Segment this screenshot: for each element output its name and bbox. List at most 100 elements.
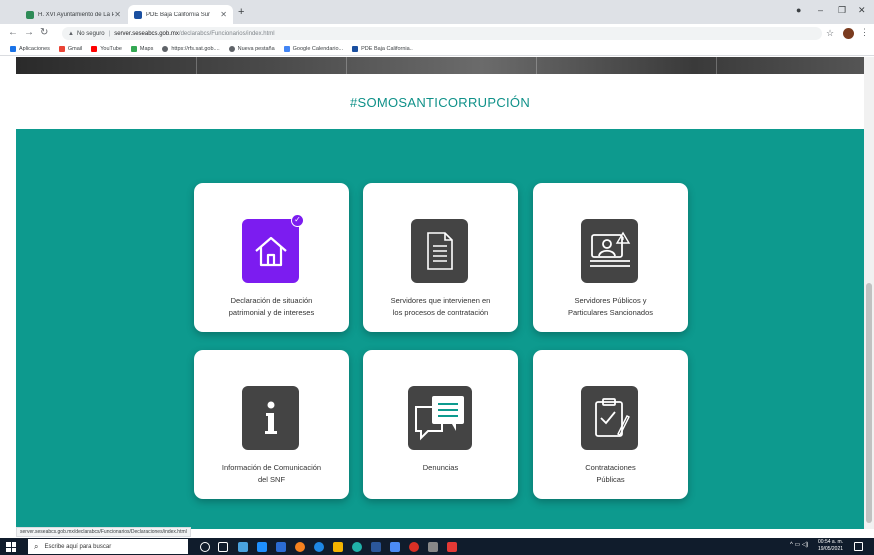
avatar[interactable] — [843, 28, 854, 39]
card-denuncias[interactable]: Denuncias — [363, 350, 518, 499]
chat-bubbles-icon — [408, 386, 472, 450]
acrobat-icon[interactable] — [447, 542, 457, 552]
tab-title: H. XVI Ayuntamiento de La Paz — [38, 11, 115, 18]
system-tray-icons[interactable]: ^ ▭ ◁) — [790, 541, 808, 548]
pde-logo-icon — [352, 46, 359, 52]
bookmark-label: Nueva pestaña — [237, 46, 275, 52]
firefox-icon[interactable] — [295, 542, 305, 552]
search-icon: ⌕ — [34, 541, 39, 551]
edge-icon[interactable] — [314, 542, 324, 552]
chrome-icon[interactable] — [333, 542, 343, 552]
card-label: Servidores Públicos y Particulares Sanci… — [567, 296, 654, 317]
url-separator: | — [108, 30, 111, 37]
status-url: server.seseabcs.gob.mx/declarabcs/Funcio… — [16, 527, 191, 537]
bookmark-label: Gmail — [67, 46, 83, 52]
address-bar: ← → ↻ ▲ No seguro | server.seseabcs.gob.… — [0, 24, 874, 43]
card-label: Denuncias — [422, 463, 459, 472]
bookmark-youtube[interactable]: YouTube — [91, 46, 122, 52]
menu-kebab-icon[interactable]: ⋮ — [860, 27, 869, 38]
site-favicon-icon — [26, 10, 34, 19]
bookmark-label: Aplicaciones — [19, 46, 50, 52]
mail-icon[interactable] — [276, 542, 286, 552]
clock-date: 19/05/2021 — [818, 546, 844, 552]
slogan-heading: #SOMOSANTICORRUPCIÓN — [349, 95, 531, 110]
info-icon — [242, 386, 299, 450]
tab-pde-bcs[interactable]: PDE Baja California Sur ✕ — [128, 5, 233, 24]
news-icon[interactable] — [238, 542, 248, 552]
bookmark-label: YouTube — [100, 46, 122, 52]
bookmark-gmail[interactable]: Gmail — [58, 46, 83, 52]
youtube-icon — [91, 46, 98, 52]
forward-arrow-icon[interactable]: → — [24, 27, 34, 38]
bookmark-sat[interactable]: https://rfs.sat.gob.... — [162, 46, 220, 52]
page-content: #SOMOSANTICORRUPCIÓN ✓ Declaración de si… — [16, 57, 864, 529]
store-icon[interactable] — [257, 542, 267, 552]
scrollbar-thumb[interactable] — [866, 283, 872, 523]
check-badge-icon: ✓ — [291, 214, 304, 227]
tab-title: PDE Baja California Sur — [146, 11, 211, 18]
globe-icon — [162, 46, 169, 52]
card-servidores-contratacion[interactable]: Servidores que intervienen en los proces… — [363, 183, 518, 332]
taskbar-clock[interactable]: 00:54 a. m. 19/05/2021 — [818, 539, 843, 553]
bookmark-new-tab[interactable]: Nueva pestaña — [228, 46, 275, 52]
bookmark-pde[interactable]: PDE Baja California.. — [352, 46, 413, 52]
tab-close-icon[interactable]: ✕ — [114, 10, 121, 19]
warning-triangle-icon[interactable]: ▲ — [68, 31, 74, 37]
close-window-icon[interactable]: ✕ — [858, 5, 866, 16]
minimize-icon[interactable]: – — [818, 5, 823, 15]
windows-start-icon[interactable] — [6, 542, 16, 552]
search-placeholder: Escribe aquí para buscar — [44, 543, 112, 550]
gmail-icon — [58, 46, 65, 52]
security-label[interactable]: No seguro — [77, 31, 105, 37]
services-section: ✓ Declaración de situación patrimonial y… — [16, 129, 864, 529]
tab-close-icon[interactable]: ✕ — [220, 10, 227, 19]
bookmark-label: Google Calendario... — [292, 46, 344, 52]
task-view-icon[interactable] — [218, 542, 228, 552]
maps-icon — [130, 46, 137, 52]
bookmarks-bar: Aplicaciones Gmail YouTube Maps https://… — [0, 43, 874, 56]
apps-grid-icon — [10, 46, 16, 52]
bookmark-apps[interactable]: Aplicaciones — [10, 46, 50, 52]
app-icon[interactable] — [352, 542, 362, 552]
globe-icon — [228, 46, 235, 52]
app-icon[interactable] — [409, 542, 419, 552]
reload-icon[interactable]: ↻ — [40, 27, 48, 38]
clock-time: 00:54 a. m. — [818, 539, 844, 545]
new-tab-button[interactable]: + — [238, 6, 244, 18]
bookmark-maps[interactable]: Maps — [130, 46, 154, 52]
windows-taskbar: ⌕ Escribe aquí para buscar ^ ▭ ◁) 00:54 … — [0, 538, 874, 555]
card-label: Contrataciones Públicas — [585, 463, 636, 484]
url-input[interactable]: ▲ No seguro | server.seseabcs.gob.mx/dec… — [62, 27, 822, 40]
notifications-icon[interactable] — [854, 542, 863, 551]
document-icon — [411, 219, 468, 283]
taskbar-search-input[interactable]: ⌕ Escribe aquí para buscar — [28, 539, 188, 554]
bookmark-calendar[interactable]: Google Calendario... — [283, 46, 344, 52]
scrollbar[interactable] — [864, 57, 874, 529]
app-icon[interactable] — [428, 542, 438, 552]
card-label: Servidores que intervienen en los proces… — [390, 296, 491, 317]
card-label: Declaración de situación patrimonial y d… — [228, 296, 315, 317]
calendar-icon — [283, 46, 290, 52]
site-favicon-icon — [134, 10, 142, 19]
card-declaracion[interactable]: ✓ Declaración de situación patrimonial y… — [194, 183, 349, 332]
card-label: Información de Comunicación del SNF — [221, 463, 322, 484]
sanctioned-person-icon — [581, 219, 638, 283]
bookmark-star-icon[interactable]: ☆ — [826, 28, 834, 39]
card-informacion-snf[interactable]: Información de Comunicación del SNF — [194, 350, 349, 499]
bookmark-label: PDE Baja California.. — [361, 46, 413, 52]
word-icon[interactable] — [371, 542, 381, 552]
url-host: server.seseabcs.gob.mx — [114, 30, 179, 37]
card-contrataciones[interactable]: Contrataciones Públicas — [533, 350, 688, 499]
photos-icon[interactable] — [390, 542, 400, 552]
hero-image — [16, 57, 864, 74]
url-path: /declarabcs/Funcionarios/index.html — [178, 30, 275, 37]
account-circle-icon[interactable]: ● — [796, 5, 801, 15]
tab-ayuntamiento[interactable]: H. XVI Ayuntamiento de La Paz ✕ — [20, 5, 127, 24]
card-sancionados[interactable]: Servidores Públicos y Particulares Sanci… — [533, 183, 688, 332]
restore-icon[interactable]: ❐ — [838, 5, 846, 16]
clipboard-check-icon — [581, 386, 638, 450]
cortana-icon[interactable] — [200, 542, 210, 552]
back-arrow-icon[interactable]: ← — [8, 27, 18, 38]
bookmark-label: Maps — [139, 46, 154, 52]
browser-tab-bar: H. XVI Ayuntamiento de La Paz ✕ PDE Baja… — [0, 0, 874, 24]
